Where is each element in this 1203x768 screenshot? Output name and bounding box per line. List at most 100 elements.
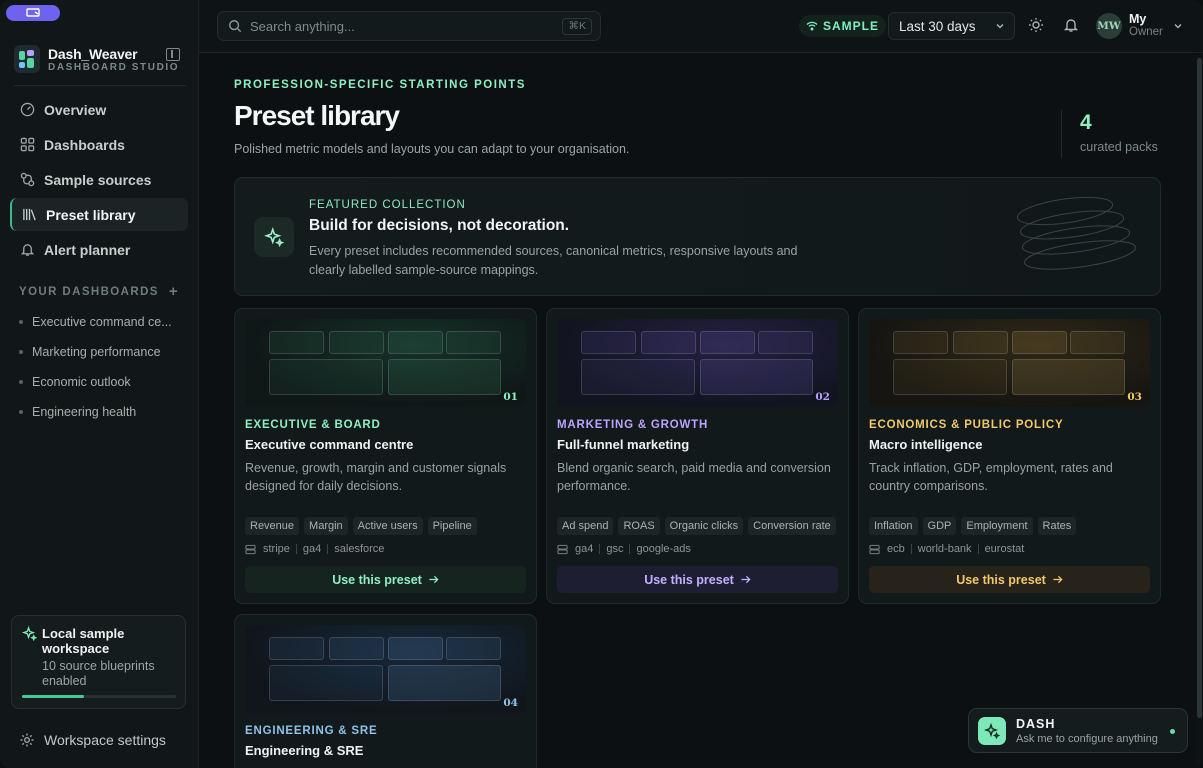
list-item-label: Economic outlook <box>32 375 131 389</box>
preset-title: Macro intelligence <box>869 437 983 452</box>
arrow-right-icon <box>741 575 751 584</box>
search-input[interactable]: Search anything... ⌘K <box>217 11 601 41</box>
preset-description: Blend organic search, paid media and con… <box>557 461 831 493</box>
user-menu[interactable]: MW My Owner <box>1096 13 1183 39</box>
tag: Ad spend <box>557 517 614 535</box>
online-status-dot <box>1170 729 1175 734</box>
list-item-label: Engineering health <box>32 405 137 419</box>
decorative-rings <box>1016 196 1136 270</box>
preset-title: Engineering & SRE <box>245 743 364 758</box>
tag: Pipeline <box>427 517 477 535</box>
nav-item-overview[interactable]: Overview <box>10 93 188 126</box>
preset-category: ENGINEERING & SRE <box>245 725 378 737</box>
section-title: YOUR DASHBOARDS <box>19 286 159 298</box>
list-item[interactable]: Executive command ce... <box>19 307 189 337</box>
button-label: Use this preset <box>644 572 734 587</box>
database-icon <box>557 544 568 554</box>
preset-category: MARKETING & GROWTH <box>557 419 709 431</box>
preset-card-economics[interactable]: 03 ECONOMICS & PUBLIC POLICY Macro intel… <box>858 308 1161 604</box>
nav-item-preset-library[interactable]: Preset library <box>10 198 188 231</box>
source-list: stripe ga4 salesforce <box>245 543 384 555</box>
nav-label: Overview <box>44 101 107 118</box>
tag: Revenue <box>245 517 300 535</box>
avatar: MW <box>1096 13 1122 39</box>
list-item[interactable]: Marketing performance <box>19 337 189 367</box>
list-item[interactable]: Engineering health <box>19 397 189 427</box>
shortcut-hint: ⌘K <box>562 18 592 35</box>
main-scrollbar[interactable] <box>1196 54 1203 768</box>
date-range-select[interactable]: Last 30 days <box>888 12 1015 40</box>
preset-category: ECONOMICS & PUBLIC POLICY <box>869 419 1064 431</box>
search-icon <box>229 20 242 33</box>
notification-bell-icon[interactable] <box>1063 17 1079 33</box>
user-role: Owner <box>1129 26 1163 38</box>
list-item[interactable]: Economic outlook <box>19 367 189 397</box>
date-range-value: Last 30 days <box>899 18 976 34</box>
add-dashboard-icon[interactable]: + <box>169 284 179 299</box>
progress-fill <box>22 695 84 698</box>
nav-item-alert-planner[interactable]: Alert planner <box>10 233 188 266</box>
settings-label: Workspace settings <box>44 732 166 748</box>
use-preset-button[interactable]: Use this preset <box>557 566 838 593</box>
gauge-icon <box>19 102 35 118</box>
preset-card-engineering[interactable]: 04 ENGINEERING & SRE Engineering & SRE <box>234 614 537 768</box>
source-list: ecb world-bank eurostat <box>869 543 1024 555</box>
stat-value: 4 <box>1080 111 1092 134</box>
window-pill[interactable] <box>6 5 60 21</box>
tag: Conversion rate <box>748 517 836 535</box>
button-label: Use this preset <box>956 572 1046 587</box>
use-preset-button[interactable]: Use this preset <box>245 566 526 593</box>
dash-assistant-launcher[interactable]: DASH Ask me to configure anything <box>968 708 1188 753</box>
tag: GDP <box>922 517 957 535</box>
scrollbar-thumb[interactable] <box>1197 58 1202 718</box>
your-dashboards-heading: YOUR DASHBOARDS + <box>19 284 179 299</box>
main-nav: Overview Dashboards Sample sources Prese… <box>10 93 188 268</box>
preset-number: 01 <box>503 391 518 403</box>
bell-icon <box>19 242 35 258</box>
tag: Employment <box>961 517 1033 535</box>
sidebar: Dash_Weaver DASHBOARD STUDIO Overview Da… <box>0 0 199 768</box>
sparkle-icon <box>254 217 294 257</box>
preset-number: 03 <box>1127 391 1142 403</box>
nav-item-sample-sources[interactable]: Sample sources <box>10 163 188 196</box>
wifi-icon <box>806 21 818 31</box>
chevron-down-icon <box>996 24 1004 29</box>
preset-card-executive[interactable]: 01 EXECUTIVE & BOARD Executive command c… <box>234 308 537 604</box>
use-preset-button[interactable]: Use this preset <box>869 566 1150 593</box>
bullet-icon <box>19 350 23 354</box>
source-list: ga4 gsc google-ads <box>557 543 691 555</box>
tag: Inflation <box>869 517 918 535</box>
user-name: My <box>1129 12 1147 26</box>
brand[interactable]: Dash_Weaver DASHBOARD STUDIO <box>14 36 186 82</box>
metric-tags: Revenue Margin Active users Pipeline <box>245 517 482 535</box>
nav-item-dashboards[interactable]: Dashboards <box>10 128 188 161</box>
workspace-subtitle: 10 source blueprints enabled <box>42 659 155 688</box>
sparkle-icon <box>978 716 1006 745</box>
workspace-settings-button[interactable]: Workspace settings <box>19 729 166 751</box>
tag: Active users <box>352 517 423 535</box>
collapse-sidebar-icon[interactable] <box>166 48 180 61</box>
page-title: Preset library <box>234 100 400 131</box>
sample-badge-label: SAMPLE <box>823 19 880 33</box>
nav-label: Dashboards <box>44 136 125 153</box>
tag: ROAS <box>618 517 660 535</box>
stat-label: curated packs <box>1080 140 1158 154</box>
sources-icon <box>19 172 35 188</box>
nav-label: Preset library <box>46 206 136 223</box>
button-label: Use this preset <box>332 572 422 587</box>
sample-badge: SAMPLE <box>799 15 887 37</box>
database-icon <box>869 544 880 554</box>
dashboard-list: Executive command ce... Marketing perfor… <box>19 307 189 427</box>
theme-toggle-icon[interactable] <box>1028 17 1044 33</box>
preset-description: Revenue, growth, margin and customer sig… <box>245 461 507 493</box>
sparkle-icon <box>22 626 37 641</box>
preset-number: 02 <box>815 391 830 403</box>
source: eurostat <box>984 543 1025 555</box>
source: salesforce <box>334 543 385 555</box>
preset-thumbnail: 04 <box>245 625 526 713</box>
preset-card-marketing[interactable]: 02 MARKETING & GROWTH Full-funnel market… <box>546 308 849 604</box>
bullet-icon <box>19 320 23 324</box>
featured-kicker: FEATURED COLLECTION <box>309 199 466 211</box>
list-item-label: Executive command ce... <box>32 315 172 329</box>
source: gsc <box>606 543 624 555</box>
